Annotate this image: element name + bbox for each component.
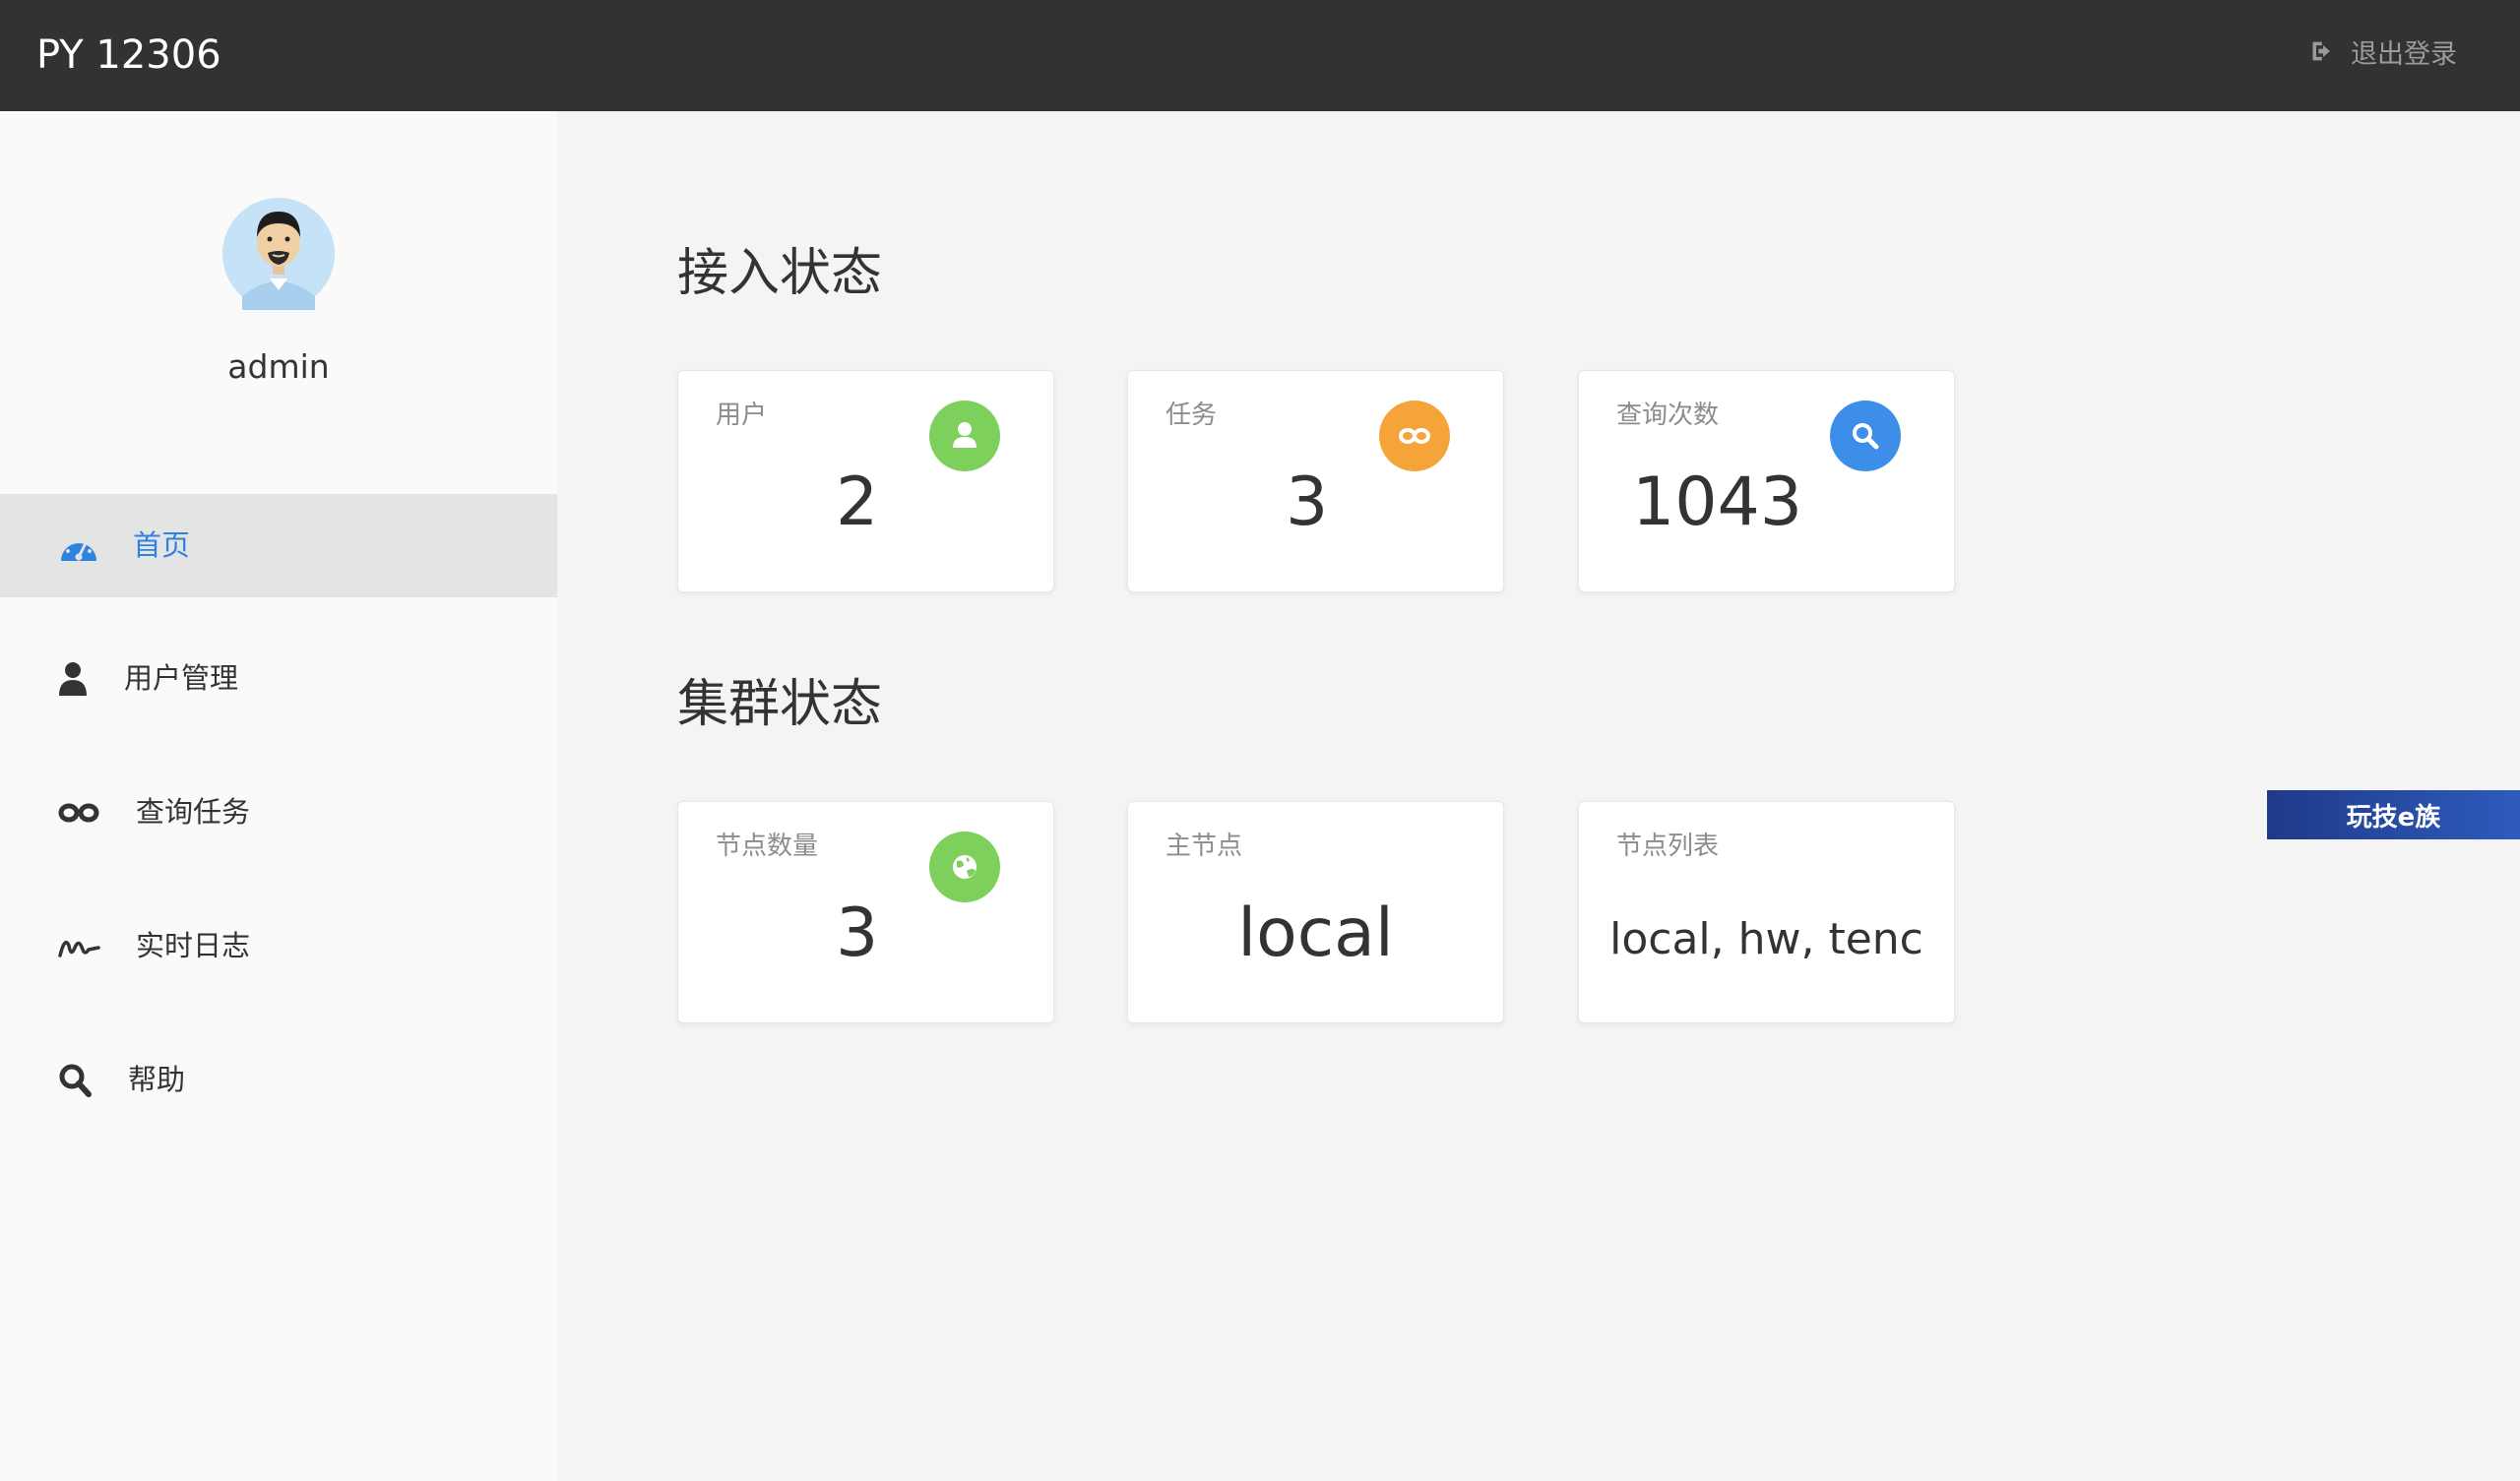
sidebar-item-home[interactable]: 首页 (0, 494, 557, 597)
card-label: 节点列表 (1616, 832, 1720, 861)
tasks-badge[interactable] (1379, 401, 1450, 471)
sidebar-item-help[interactable]: 帮助 (0, 1028, 557, 1132)
card-label: 用户 (716, 401, 768, 430)
sidebar-item-user-management[interactable]: 用户管理 (0, 627, 557, 730)
users-badge[interactable] (929, 401, 1000, 471)
brand-title[interactable]: PY 12306 (36, 28, 221, 83)
card-label: 任务 (1166, 401, 1218, 430)
signature-icon (58, 940, 100, 957)
card-label: 节点数量 (716, 832, 819, 861)
card-value: 2 (836, 463, 879, 541)
user-icon (953, 422, 976, 448)
card-label: 查询次数 (1616, 401, 1720, 430)
sidebar-item-label: 实时日志 (136, 929, 251, 962)
node-list-card: 节点列表 local, hw, tenc (1578, 801, 1955, 1023)
access-status-title: 接入状态 (677, 244, 883, 303)
search-icon (59, 1064, 92, 1097)
top-bar: PY 12306 退出登录 (0, 0, 2520, 111)
user-icon (59, 662, 87, 696)
sidebar-item-live-logs[interactable]: 实时日志 (0, 895, 557, 998)
search-icon (1853, 423, 1879, 450)
query-count-badge[interactable] (1830, 401, 1901, 471)
node-count-card: 节点数量 3 (677, 801, 1054, 1023)
logout-label: 退出登录 (2351, 38, 2457, 70)
node-count-badge[interactable] (929, 832, 1000, 902)
avatar[interactable] (222, 198, 335, 310)
card-label: 主节点 (1166, 832, 1243, 861)
card-value: 1043 (1632, 463, 1803, 541)
sidebar: admin 首页 用户管理 查询任务 实时日志 帮助 (0, 111, 557, 1481)
sidebar-item-label: 查询任务 (136, 795, 251, 829)
infinity-icon (58, 803, 99, 823)
card-value: 3 (836, 895, 879, 972)
card-value: 3 (1286, 463, 1329, 541)
users-card: 用户 2 (677, 370, 1054, 592)
sidebar-item-label: 首页 (133, 528, 191, 562)
dashboard-icon (61, 539, 96, 561)
query-count-card: 查询次数 1043 (1578, 370, 1955, 592)
globe-icon (953, 855, 976, 879)
master-node-card: 主节点 local (1127, 801, 1504, 1023)
sidebar-item-label: 用户管理 (124, 661, 239, 695)
sidebar-item-label: 帮助 (128, 1063, 186, 1096)
tasks-card: 任务 3 (1127, 370, 1504, 592)
username: admin (227, 347, 330, 386)
infinity-icon (1399, 428, 1430, 444)
sidebar-item-query-tasks[interactable]: 查询任务 (0, 761, 557, 864)
logout-button[interactable]: 退出登录 (2309, 30, 2457, 73)
cluster-status-title: 集群状态 (677, 675, 883, 734)
watermark-badge: 玩技e族 (2267, 790, 2520, 839)
card-value: local, hw, tenc (1609, 914, 1923, 964)
card-value: local (1237, 895, 1394, 972)
sign-out-icon (2312, 41, 2330, 61)
